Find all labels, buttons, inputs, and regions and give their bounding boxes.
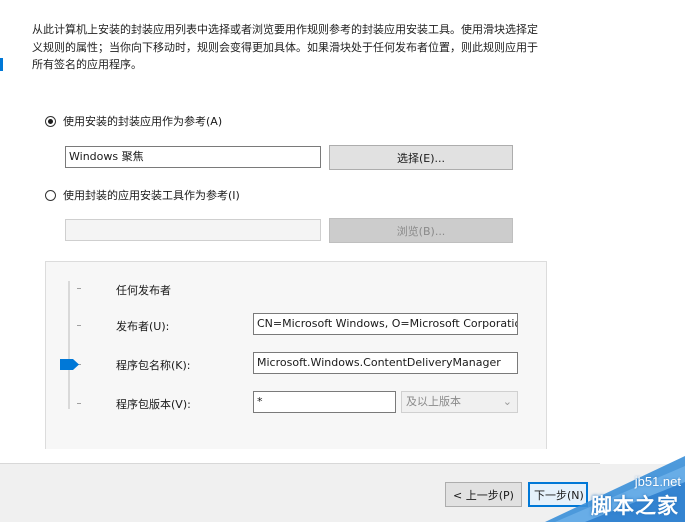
radio-use-installed-app[interactable]: 使用安装的封装应用作为参考(A) [45,113,222,129]
scope-slider-thumb[interactable] [60,359,79,370]
package-version-label: 程序包版本(V): [116,398,191,411]
slider-tick [77,403,81,404]
footer-divider [0,463,600,464]
radio-circle-unselected[interactable] [45,189,56,201]
browse-button[interactable]: 浏览(B)... [329,218,513,243]
left-accent-bar [0,58,3,71]
radio-use-installer-label: 使用封装的应用安装工具作为参考(I) [63,189,240,202]
select-button[interactable]: 选择(E)... [329,145,513,170]
package-name-label: 程序包名称(K): [116,359,191,372]
radio-circle-selected[interactable] [45,115,56,127]
previous-button[interactable]: < 上一步(P) [445,482,522,507]
installed-app-field[interactable]: Windows 聚焦 [65,146,321,168]
slider-tick [77,288,81,289]
instructions-text: 从此计算机上安装的封装应用列表中选择或者浏览要用作规则参考的封装应用安装工具。使… [32,23,538,71]
watermark-url: jb51.net [634,474,681,489]
version-condition-value: 及以上版本 [406,395,461,408]
installer-path-field[interactable] [65,219,321,241]
watermark-text: 脚本之家 [591,494,679,518]
site-watermark: jb51.net 脚本之家 [545,448,685,522]
publisher-field[interactable]: CN=Microsoft Windows, O=Microsoft Corpor… [253,313,518,335]
any-publisher-label: 任何发布者 [116,284,171,297]
package-version-field[interactable]: * [253,391,396,413]
radio-use-installer[interactable]: 使用封装的应用安装工具作为参考(I) [45,187,240,203]
package-name-field[interactable]: Microsoft.Windows.ContentDeliveryManager [253,352,518,374]
version-condition-dropdown[interactable]: 及以上版本 ⌄ [401,391,518,413]
slider-tick [77,325,81,326]
scope-slider-track[interactable] [68,281,70,409]
publisher-label: 发布者(U): [116,320,170,333]
radio-use-installed-app-label: 使用安装的封装应用作为参考(A) [63,115,223,128]
chevron-down-icon: ⌄ [502,395,512,408]
